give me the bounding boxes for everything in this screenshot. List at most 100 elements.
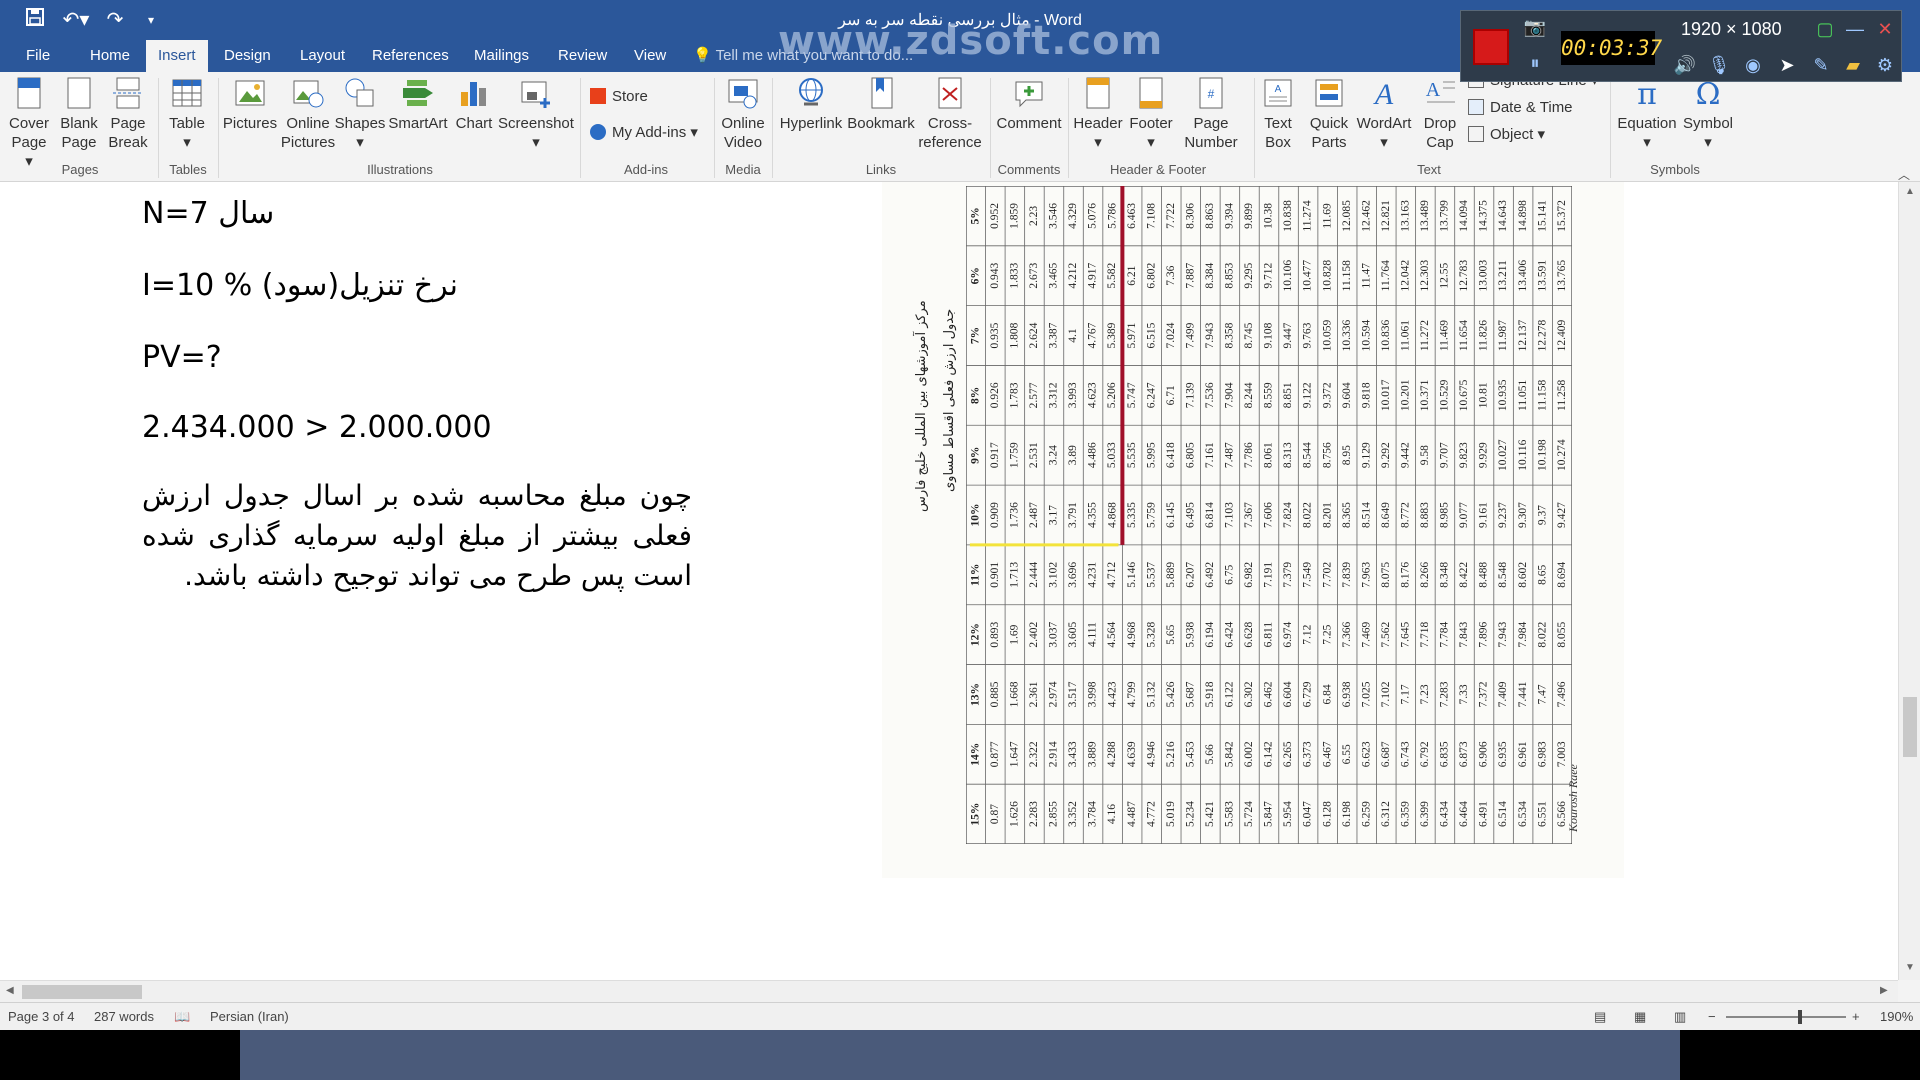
header-button[interactable]: Header ▾: [1070, 76, 1126, 152]
table-button[interactable]: Table ▾: [164, 76, 210, 152]
close-icon[interactable]: ✕: [1871, 15, 1899, 43]
zoom-in-icon[interactable]: +: [1852, 1009, 1860, 1024]
table-cell: 6.259: [1360, 801, 1372, 827]
table-cell: 1.736: [1009, 502, 1021, 528]
object-icon: [1468, 126, 1484, 142]
object-button[interactable]: Object ▾: [1468, 124, 1545, 146]
chart-button[interactable]: Chart: [452, 76, 496, 133]
svg-text:A: A: [1426, 79, 1441, 101]
tab-insert[interactable]: Insert: [146, 40, 208, 72]
table-cell: 12.821: [1380, 200, 1392, 232]
tab-view[interactable]: View: [622, 40, 678, 72]
online-video-button[interactable]: Online Video: [718, 76, 768, 152]
tab-design[interactable]: Design: [212, 40, 283, 72]
minimize-icon[interactable]: —: [1841, 15, 1869, 43]
table-cell: 8.313: [1282, 442, 1294, 468]
table-cell: 3.89: [1067, 445, 1079, 465]
collapse-ribbon-icon[interactable]: ︿: [1898, 166, 1910, 183]
table-cell: 7.496: [1556, 681, 1568, 707]
scroll-down-icon[interactable]: ▼: [1905, 962, 1915, 973]
table-cell: 5.971: [1126, 322, 1138, 348]
scan-heading-institute: مرکز آموزشهای بین المللی خلیج فارس: [914, 300, 929, 512]
tab-home[interactable]: Home: [78, 40, 142, 72]
language-indicator[interactable]: Persian (Iran): [210, 1009, 289, 1024]
settings-gear-icon[interactable]: ⚙: [1871, 51, 1899, 79]
read-mode-icon[interactable]: ▤: [1594, 1009, 1606, 1025]
quick-parts-button[interactable]: Quick Parts: [1302, 76, 1356, 152]
store-button[interactable]: Store: [590, 86, 648, 108]
microphone-icon[interactable]: 🎙: [1705, 51, 1733, 79]
ribbon-insert: Cover Page ▾ Blank Page Page Break Pages…: [0, 72, 1920, 182]
footer-button[interactable]: Footer ▾: [1124, 76, 1178, 152]
page-count[interactable]: Page 3 of 4: [8, 1009, 75, 1024]
camera-icon[interactable]: 📷: [1521, 13, 1549, 41]
table-rate-header: 14%: [969, 743, 981, 766]
word-count[interactable]: 287 words: [94, 1009, 154, 1024]
horizontal-scroll-thumb[interactable]: [22, 985, 142, 999]
vertical-scrollbar[interactable]: ▲ ▼: [1898, 182, 1920, 980]
fullscreen-icon[interactable]: ▢: [1811, 15, 1839, 43]
symbol-button[interactable]: Ω Symbol ▾: [1680, 76, 1736, 152]
table-cell: 6.418: [1165, 442, 1177, 468]
cross-reference-button[interactable]: Cross-reference: [916, 76, 984, 152]
table-cell: 7.786: [1243, 442, 1255, 468]
print-layout-icon[interactable]: ▦: [1634, 1009, 1646, 1025]
table-cell: 2.624: [1028, 322, 1040, 348]
tab-references[interactable]: References: [360, 40, 461, 72]
tab-review[interactable]: Review: [546, 40, 619, 72]
web-layout-icon[interactable]: ▥: [1674, 1009, 1686, 1025]
table-cell: 1.859: [1009, 203, 1021, 229]
folder-icon[interactable]: ▰: [1839, 51, 1867, 79]
smartart-button[interactable]: SmartArt: [388, 76, 448, 133]
cover-page-button[interactable]: Cover Page ▾: [6, 76, 52, 171]
screenshot-button[interactable]: Screenshot ▾: [498, 76, 574, 152]
scanned-pv-table-image[interactable]: 5% 6% 7% 8% 9% 10% 11% 12% 13% 14% 15% 0.952 0.943 0.…: [882, 182, 1624, 878]
date-time-button[interactable]: Date & Time: [1468, 97, 1573, 119]
cursor-icon[interactable]: ➤: [1773, 51, 1801, 79]
pictures-button[interactable]: Pictures: [222, 76, 278, 133]
table-cell: 3.387: [1048, 322, 1060, 348]
scroll-up-icon[interactable]: ▲: [1905, 186, 1915, 197]
vertical-scroll-thumb[interactable]: [1903, 697, 1917, 757]
webcam-icon[interactable]: ◉: [1739, 51, 1767, 79]
table-cell: 2.855: [1048, 801, 1060, 827]
table-cell: 5.132: [1145, 681, 1157, 707]
drop-cap-button[interactable]: A Drop Cap: [1418, 76, 1462, 152]
table-cell: 6.534: [1517, 801, 1529, 827]
record-stop-button[interactable]: [1473, 29, 1509, 65]
online-pictures-button[interactable]: Online Pictures: [280, 76, 336, 152]
wordart-button[interactable]: A WordArt ▾: [1354, 76, 1414, 152]
blank-page-button[interactable]: Blank Page: [58, 76, 100, 152]
table-cell: 6.84: [1321, 684, 1333, 704]
bookmark-button[interactable]: Bookmark: [846, 76, 916, 133]
my-addins-button[interactable]: My Add-ins ▾: [590, 122, 698, 144]
zoom-level[interactable]: 190%: [1880, 1009, 1913, 1024]
page-break-button[interactable]: Page Break: [106, 76, 150, 152]
comment-button[interactable]: Comment: [994, 76, 1064, 133]
zoom-slider-thumb[interactable]: [1798, 1010, 1802, 1024]
doc-line-pv: PV=?: [142, 340, 222, 375]
table-cell: 8.95: [1341, 445, 1353, 465]
scroll-left-icon[interactable]: ◀: [6, 985, 14, 996]
zoom-slider[interactable]: [1726, 1010, 1846, 1024]
speaker-icon[interactable]: 🔊: [1671, 51, 1699, 79]
tab-file[interactable]: File: [14, 40, 62, 72]
document-canvas[interactable]: N=7 سال I=10 % نرخ تنزیل(سود) PV=? 2.434…: [0, 182, 1898, 980]
table-cell: 4.1: [1067, 328, 1079, 343]
table-cell: 3.889: [1087, 741, 1099, 767]
text-box-button[interactable]: A Text Box: [1256, 76, 1300, 152]
hyperlink-button[interactable]: Hyperlink: [776, 76, 846, 133]
shapes-button[interactable]: Shapes ▾: [334, 76, 386, 152]
horizontal-scrollbar[interactable]: ◀ ▶: [0, 980, 1898, 1002]
tab-layout[interactable]: Layout: [288, 40, 357, 72]
table-cell: 8.022: [1302, 502, 1314, 528]
equation-button[interactable]: π Equation ▾: [1614, 76, 1680, 152]
scroll-right-icon[interactable]: ▶: [1880, 985, 1888, 996]
proofing-icon[interactable]: 📖: [174, 1009, 190, 1025]
zoom-out-icon[interactable]: −: [1708, 1009, 1716, 1024]
table-cell: 7.722: [1165, 203, 1177, 229]
tab-mailings[interactable]: Mailings: [462, 40, 541, 72]
pause-icon[interactable]: ⏸: [1521, 49, 1549, 77]
pen-icon[interactable]: ✎: [1807, 51, 1835, 79]
page-number-button[interactable]: # Page Number: [1178, 76, 1244, 152]
